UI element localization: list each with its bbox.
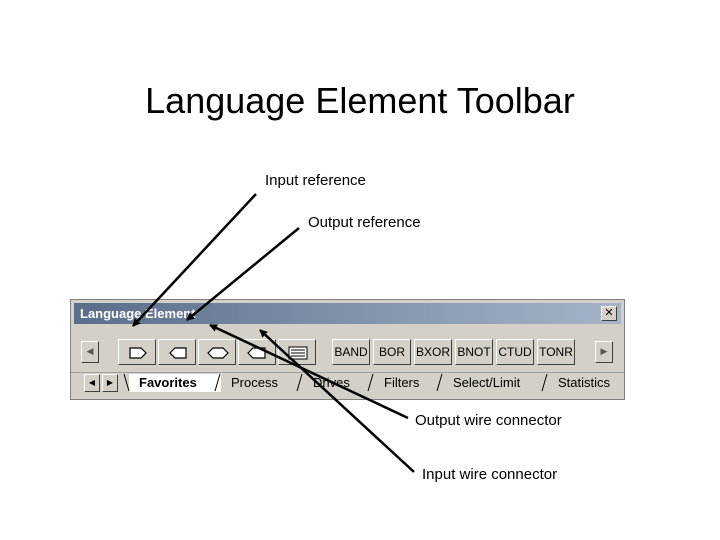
close-button[interactable]: ✕ bbox=[601, 306, 617, 321]
bxor-button[interactable]: BXOR bbox=[414, 339, 452, 365]
ctud-button[interactable]: CTUD bbox=[496, 339, 534, 365]
tab-process[interactable]: Process bbox=[221, 374, 303, 392]
callout-input-wire-connector: Input wire connector bbox=[422, 466, 558, 483]
tab-scroll-left-button[interactable]: ◀ bbox=[84, 374, 100, 392]
input-reference-icon bbox=[129, 347, 147, 359]
tab-separator bbox=[123, 373, 130, 392]
tab-favorites[interactable]: Favorites bbox=[129, 374, 221, 392]
callout-output-reference: Output reference bbox=[308, 214, 421, 231]
output-wire-connector-icon bbox=[207, 347, 229, 359]
band-button[interactable]: BAND bbox=[332, 339, 370, 365]
output-wire-connector-button[interactable] bbox=[198, 339, 236, 365]
bor-button[interactable]: BOR bbox=[373, 339, 411, 365]
output-reference-icon bbox=[169, 347, 187, 359]
tab-statistics[interactable]: Statistics bbox=[548, 374, 623, 392]
scroll-right-button[interactable]: ▶ bbox=[595, 341, 613, 363]
input-wire-connector-icon bbox=[247, 347, 266, 359]
window-title: Language Element bbox=[80, 306, 196, 321]
tab-separator bbox=[367, 373, 374, 392]
window-titlebar[interactable]: Language Element ✕ bbox=[74, 303, 621, 324]
slide-title: Language Element Toolbar bbox=[145, 80, 575, 121]
tabs-row: ◀ ▶ Favorites Process Drives Filters Sel… bbox=[71, 372, 624, 397]
text-block-button[interactable] bbox=[278, 339, 316, 365]
callout-output-wire-connector: Output wire connector bbox=[415, 412, 562, 429]
language-element-window: Language Element ✕ ◀ BAND BOR BXOR BNOT … bbox=[70, 299, 625, 400]
bnot-button[interactable]: BNOT bbox=[455, 339, 493, 365]
tab-select-limit[interactable]: Select/Limit bbox=[443, 374, 549, 392]
tab-scroll-right-button[interactable]: ▶ bbox=[102, 374, 118, 392]
tab-separator bbox=[541, 373, 548, 392]
tonr-button[interactable]: TONR bbox=[537, 339, 575, 365]
input-wire-connector-button[interactable] bbox=[238, 339, 276, 365]
input-reference-button[interactable] bbox=[118, 339, 156, 365]
tab-drives[interactable]: Drives bbox=[303, 374, 375, 392]
tab-separator bbox=[296, 373, 303, 392]
text-block-icon bbox=[288, 346, 308, 360]
tab-separator bbox=[436, 373, 443, 392]
scroll-left-button[interactable]: ◀ bbox=[81, 341, 99, 363]
output-reference-button[interactable] bbox=[158, 339, 196, 365]
callout-input-reference: Input reference bbox=[265, 172, 366, 189]
tab-separator bbox=[214, 373, 221, 392]
